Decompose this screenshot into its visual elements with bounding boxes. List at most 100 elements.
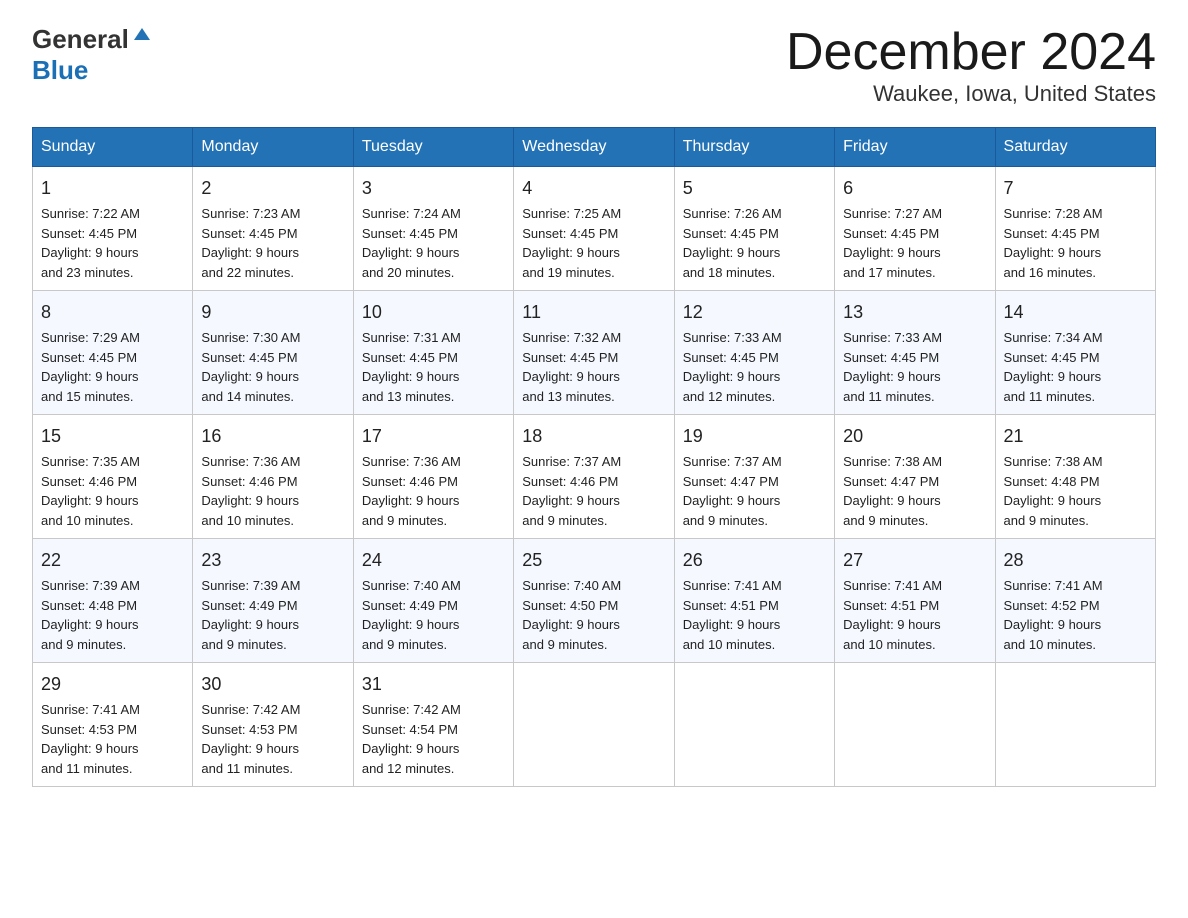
day-number: 16: [201, 423, 344, 450]
day-number: 1: [41, 175, 184, 202]
daylight-minutes: and 10 minutes.: [41, 513, 134, 528]
sunrise-text: Sunrise: 7:25 AM: [522, 206, 621, 221]
sunset-text: Sunset: 4:45 PM: [843, 226, 939, 241]
day-number: 12: [683, 299, 826, 326]
sunset-text: Sunset: 4:46 PM: [522, 474, 618, 489]
daylight-minutes: and 20 minutes.: [362, 265, 455, 280]
sunset-text: Sunset: 4:48 PM: [1004, 474, 1100, 489]
calendar-week-row: 1 Sunrise: 7:22 AM Sunset: 4:45 PM Daylight…: [33, 167, 1156, 291]
day-number: 6: [843, 175, 986, 202]
day-header-friday: Friday: [835, 128, 995, 167]
daylight-minutes: and 10 minutes.: [843, 637, 936, 652]
day-header-wednesday: Wednesday: [514, 128, 674, 167]
daylight-minutes: and 13 minutes.: [362, 389, 455, 404]
daylight-label: Daylight: 9 hours: [362, 617, 460, 632]
day-number: 19: [683, 423, 826, 450]
daylight-label: Daylight: 9 hours: [522, 493, 620, 508]
daylight-label: Daylight: 9 hours: [41, 245, 139, 260]
sunset-text: Sunset: 4:45 PM: [201, 226, 297, 241]
sunrise-text: Sunrise: 7:39 AM: [201, 578, 300, 593]
sunset-text: Sunset: 4:46 PM: [41, 474, 137, 489]
sunset-text: Sunset: 4:47 PM: [683, 474, 779, 489]
sunrise-text: Sunrise: 7:22 AM: [41, 206, 140, 221]
sunrise-text: Sunrise: 7:39 AM: [41, 578, 140, 593]
daylight-minutes: and 9 minutes.: [522, 637, 607, 652]
day-number: 30: [201, 671, 344, 698]
sunrise-text: Sunrise: 7:34 AM: [1004, 330, 1103, 345]
calendar-cell: 29Sunrise: 7:41 AMSunset: 4:53 PMDayligh…: [33, 663, 193, 787]
day-number: 28: [1004, 547, 1147, 574]
sunset-text: Sunset: 4:45 PM: [1004, 226, 1100, 241]
calendar-cell: 14Sunrise: 7:34 AMSunset: 4:45 PMDayligh…: [995, 291, 1155, 415]
day-header-saturday: Saturday: [995, 128, 1155, 167]
daylight-label: Daylight: 9 hours: [1004, 369, 1102, 384]
daylight-label: Daylight: 9 hours: [201, 617, 299, 632]
sunrise-text: Sunrise: 7:38 AM: [1004, 454, 1103, 469]
day-number: 27: [843, 547, 986, 574]
daylight-label: Daylight: 9 hours: [1004, 617, 1102, 632]
sunset-text: Sunset: 4:48 PM: [41, 598, 137, 613]
calendar-header-row: SundayMondayTuesdayWednesdayThursdayFrid…: [33, 128, 1156, 167]
calendar-cell: 10Sunrise: 7:31 AMSunset: 4:45 PMDayligh…: [353, 291, 513, 415]
sunset-text: Sunset: 4:46 PM: [201, 474, 297, 489]
daylight-minutes: and 12 minutes.: [362, 761, 455, 776]
sunrise-text: Sunrise: 7:38 AM: [843, 454, 942, 469]
daylight-minutes: and 14 minutes.: [201, 389, 294, 404]
sunset-text: Sunset: 4:45 PM: [683, 350, 779, 365]
daylight-minutes: and 9 minutes.: [522, 513, 607, 528]
calendar-week-row: 8Sunrise: 7:29 AMSunset: 4:45 PMDaylight…: [33, 291, 1156, 415]
daylight-minutes: and 9 minutes.: [362, 513, 447, 528]
daylight-label: Daylight: 9 hours: [522, 617, 620, 632]
day-number: 15: [41, 423, 184, 450]
calendar-table: SundayMondayTuesdayWednesdayThursdayFrid…: [32, 127, 1156, 787]
sunrise-text: Sunrise: 7:30 AM: [201, 330, 300, 345]
daylight-label: Daylight: 9 hours: [522, 245, 620, 260]
sunrise-text: Sunrise: 7:37 AM: [522, 454, 621, 469]
daylight-label: Daylight: 9 hours: [201, 493, 299, 508]
calendar-cell: [995, 663, 1155, 787]
calendar-cell: 27Sunrise: 7:41 AMSunset: 4:51 PMDayligh…: [835, 539, 995, 663]
page-subtitle: Waukee, Iowa, United States: [786, 81, 1156, 107]
daylight-label: Daylight: 9 hours: [843, 245, 941, 260]
sunrise-text: Sunrise: 7:33 AM: [683, 330, 782, 345]
sunset-text: Sunset: 4:46 PM: [362, 474, 458, 489]
daylight-minutes: and 9 minutes.: [41, 637, 126, 652]
day-header-monday: Monday: [193, 128, 353, 167]
daylight-label: Daylight: 9 hours: [41, 617, 139, 632]
sunrise-text: Sunrise: 7:33 AM: [843, 330, 942, 345]
daylight-minutes: and 15 minutes.: [41, 389, 134, 404]
calendar-cell: 7Sunrise: 7:28 AMSunset: 4:45 PMDaylight…: [995, 167, 1155, 291]
calendar-cell: 15Sunrise: 7:35 AMSunset: 4:46 PMDayligh…: [33, 415, 193, 539]
calendar-cell: 9Sunrise: 7:30 AMSunset: 4:45 PMDaylight…: [193, 291, 353, 415]
sunset-text: Sunset: 4:51 PM: [843, 598, 939, 613]
day-number: 8: [41, 299, 184, 326]
sunrise-text: Sunrise: 7:42 AM: [362, 702, 461, 717]
calendar-cell: 3Sunrise: 7:24 AMSunset: 4:45 PMDaylight…: [353, 167, 513, 291]
daylight-minutes: and 11 minutes.: [1004, 389, 1096, 404]
daylight-minutes: and 11 minutes.: [843, 389, 935, 404]
day-number: 11: [522, 299, 665, 326]
sunrise-text: Sunrise: 7:28 AM: [1004, 206, 1103, 221]
sunset-text: Sunset: 4:45 PM: [522, 350, 618, 365]
sunset-text: Sunset: 4:47 PM: [843, 474, 939, 489]
calendar-cell: [514, 663, 674, 787]
sunset-text: Sunset: 4:45 PM: [843, 350, 939, 365]
sunset-text: Sunset: 4:51 PM: [683, 598, 779, 613]
daylight-minutes: and 12 minutes.: [683, 389, 776, 404]
daylight-label: Daylight: 9 hours: [843, 493, 941, 508]
daylight-label: Daylight: 9 hours: [522, 369, 620, 384]
calendar-cell: 24Sunrise: 7:40 AMSunset: 4:49 PMDayligh…: [353, 539, 513, 663]
day-number: 26: [683, 547, 826, 574]
daylight-minutes: and 16 minutes.: [1004, 265, 1097, 280]
sunrise-text: Sunrise: 7:36 AM: [362, 454, 461, 469]
sunset-text: Sunset: 4:45 PM: [1004, 350, 1100, 365]
sunrise-text: Sunrise: 7:37 AM: [683, 454, 782, 469]
daylight-label: Daylight: 9 hours: [683, 369, 781, 384]
sunrise-text: Sunrise: 7:42 AM: [201, 702, 300, 717]
day-header-tuesday: Tuesday: [353, 128, 513, 167]
sunrise-text: Sunrise: 7:41 AM: [41, 702, 140, 717]
daylight-minutes: and 19 minutes.: [522, 265, 615, 280]
sunset-text: Sunset: 4:49 PM: [201, 598, 297, 613]
day-number: 31: [362, 671, 505, 698]
day-number: 29: [41, 671, 184, 698]
